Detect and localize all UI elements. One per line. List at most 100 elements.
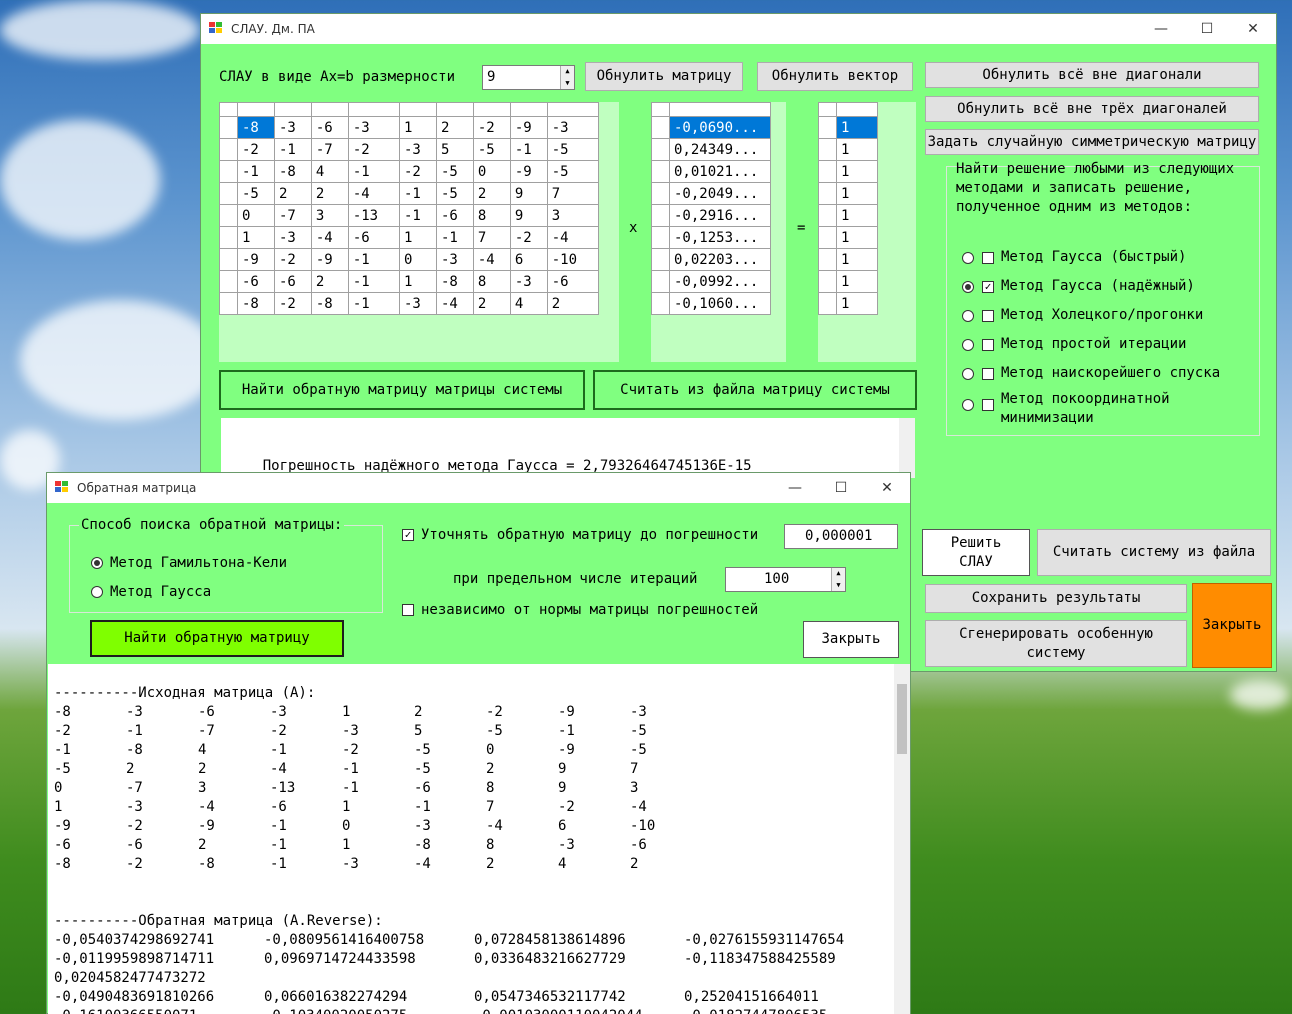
matrix-cell[interactable]: -4 [310, 226, 349, 249]
matrix-cell[interactable]: 8 [472, 204, 511, 227]
radio-gauss[interactable] [91, 586, 103, 598]
matrix-cell[interactable]: -1 [273, 138, 312, 161]
matrix-cell[interactable]: -6 [273, 270, 312, 293]
tolerance-field[interactable]: 0,000001 [784, 524, 898, 549]
row-header[interactable] [651, 292, 670, 315]
matrix-cell[interactable]: -2 [399, 160, 437, 183]
matrix-cell[interactable]: 2 [472, 182, 511, 205]
matrix-cell[interactable]: 0 [472, 160, 511, 183]
vector-x-cell[interactable]: -0,1253... [669, 226, 771, 249]
minimize-icon[interactable]: — [1138, 14, 1184, 44]
output-scrollbar[interactable] [894, 664, 910, 1014]
method-label[interactable]: Метод Гаусса (надёжный) [1001, 278, 1195, 294]
close-icon[interactable]: ✕ [864, 473, 910, 503]
vector-b-cell[interactable]: 1 [836, 270, 878, 293]
maximize-icon[interactable]: ☐ [1184, 14, 1230, 44]
column-header[interactable] [237, 102, 275, 117]
method-radio[interactable] [962, 281, 974, 293]
matrix-cell[interactable]: 5 [435, 138, 474, 161]
matrix-cell[interactable]: -5 [546, 160, 600, 183]
column-header[interactable] [509, 102, 548, 117]
matrix-cell[interactable]: -13 [347, 204, 401, 227]
matrix-cell[interactable]: -1 [435, 226, 474, 249]
method-radio[interactable] [962, 399, 974, 411]
matrix-cell[interactable]: -8 [237, 116, 275, 139]
matrix-a-grid[interactable]: -8 -3 -6 -3 1 2 -2 -9 -3 -2 -1 -7 -2 -3 5 -5 -1 -5 -1 -8 4 -1… [219, 102, 600, 315]
method-radio[interactable] [962, 310, 974, 322]
matrix-cell[interactable]: 4 [310, 160, 349, 183]
method-label[interactable]: Метод простой итерации [1001, 336, 1186, 352]
matrix-cell[interactable]: 2 [546, 292, 600, 315]
row-header[interactable] [651, 204, 670, 227]
vector-b-grid[interactable]: 111111111 [818, 102, 878, 315]
inverse-titlebar[interactable]: Обратная матрица — ☐ ✕ [47, 473, 910, 503]
matrix-cell[interactable]: -2 [347, 138, 401, 161]
matrix-cell[interactable]: 3 [310, 204, 349, 227]
matrix-cell[interactable]: -2 [273, 248, 312, 271]
matrix-cell[interactable]: -8 [237, 292, 275, 315]
spin-up-icon[interactable]: ▲ [560, 66, 574, 78]
close-icon[interactable]: ✕ [1230, 14, 1276, 44]
row-header[interactable] [219, 292, 238, 315]
vector-x-cell[interactable]: -0,1060... [669, 292, 771, 315]
row-header[interactable] [219, 270, 238, 293]
matrix-cell[interactable]: -9 [509, 116, 548, 139]
matrix-cell[interactable]: 1 [399, 270, 437, 293]
matrix-cell[interactable]: 1 [399, 116, 437, 139]
matrix-cell[interactable]: 3 [546, 204, 600, 227]
zero-vector-button[interactable]: Обнулить вектор [757, 62, 913, 91]
column-header[interactable] [347, 102, 401, 117]
row-header[interactable] [651, 226, 670, 249]
column-header[interactable] [399, 102, 437, 117]
matrix-cell[interactable]: 1 [237, 226, 275, 249]
independent-checkbox[interactable] [402, 604, 414, 616]
matrix-cell[interactable]: -1 [509, 138, 548, 161]
refine-checkbox[interactable]: ✓ [402, 529, 414, 541]
matrix-cell[interactable]: 9 [509, 204, 548, 227]
matrix-cell[interactable]: -3 [273, 116, 312, 139]
generate-special-button[interactable]: Сгенерировать особенную систему [925, 620, 1187, 667]
row-header[interactable] [818, 116, 837, 139]
matrix-cell[interactable]: -1 [237, 160, 275, 183]
method-radio[interactable] [962, 252, 974, 264]
matrix-cell[interactable]: 2 [273, 182, 312, 205]
matrix-cell[interactable]: 7 [546, 182, 600, 205]
row-header[interactable] [219, 160, 238, 183]
matrix-cell[interactable]: -3 [435, 248, 474, 271]
row-header[interactable] [818, 292, 837, 315]
matrix-cell[interactable]: 2 [310, 270, 349, 293]
vector-x-cell[interactable]: -0,2916... [669, 204, 771, 227]
matrix-cell[interactable]: -9 [509, 160, 548, 183]
grid-corner[interactable] [219, 102, 238, 117]
vector-x-cell[interactable]: -0,0992... [669, 270, 771, 293]
row-header[interactable] [219, 248, 238, 271]
matrix-cell[interactable]: -1 [347, 160, 401, 183]
vector-b-cell[interactable]: 1 [836, 182, 878, 205]
column-header[interactable] [669, 102, 771, 117]
matrix-cell[interactable]: -5 [237, 182, 275, 205]
vector-x-cell[interactable]: 0,01021... [669, 160, 771, 183]
matrix-cell[interactable]: -2 [472, 116, 511, 139]
solve-button[interactable]: Решить СЛАУ [922, 529, 1030, 576]
matrix-cell[interactable]: -6 [310, 116, 349, 139]
matrix-cell[interactable]: -2 [273, 292, 312, 315]
matrix-cell[interactable]: -6 [237, 270, 275, 293]
matrix-cell[interactable]: 2 [310, 182, 349, 205]
matrix-cell[interactable]: -5 [435, 160, 474, 183]
row-header[interactable] [818, 138, 837, 161]
matrix-cell[interactable]: -1 [347, 270, 401, 293]
row-header[interactable] [818, 248, 837, 271]
method-checkbox[interactable] [982, 252, 994, 264]
method-label[interactable]: Метод Холецкого/прогонки [1001, 307, 1203, 323]
matrix-cell[interactable]: -3 [546, 116, 600, 139]
row-header[interactable] [219, 116, 238, 139]
status-scrollbar[interactable] [899, 418, 915, 478]
refine-label[interactable]: Уточнять обратную матрицу до погрешности [421, 527, 758, 543]
matrix-cell[interactable]: 9 [509, 182, 548, 205]
random-symmetric-button[interactable]: Задать случайную симметрическую матрицу [925, 129, 1259, 155]
column-header[interactable] [273, 102, 312, 117]
find-inverse-matrix-button[interactable]: Найти обратную матрицу [90, 620, 344, 657]
inverse-close-button[interactable]: Закрыть [803, 621, 899, 658]
find-inverse-button[interactable]: Найти обратную матрицу матрицы системы [219, 370, 585, 410]
grid-corner[interactable] [818, 102, 837, 117]
